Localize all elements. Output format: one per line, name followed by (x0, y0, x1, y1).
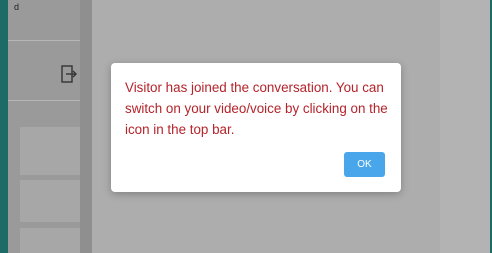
sidebar: d (8, 0, 80, 253)
app-window: d Visitor has joined the conversation. Y… (0, 0, 492, 253)
panel-gutter (80, 0, 92, 253)
notification-dialog: Visitor has joined the conversation. You… (111, 63, 401, 192)
right-panel (440, 0, 490, 253)
sidebar-divider (8, 40, 80, 41)
dialog-message: Visitor has joined the conversation. You… (125, 80, 388, 137)
ok-button[interactable]: OK (344, 152, 385, 177)
sidebar-divider (8, 100, 80, 101)
sidebar-list-item[interactable] (20, 127, 80, 175)
sidebar-list-item[interactable] (20, 180, 80, 222)
sidebar-list-item[interactable] (20, 228, 80, 253)
sidebar-top-text: d (14, 2, 20, 12)
logout-icon[interactable] (60, 64, 78, 84)
